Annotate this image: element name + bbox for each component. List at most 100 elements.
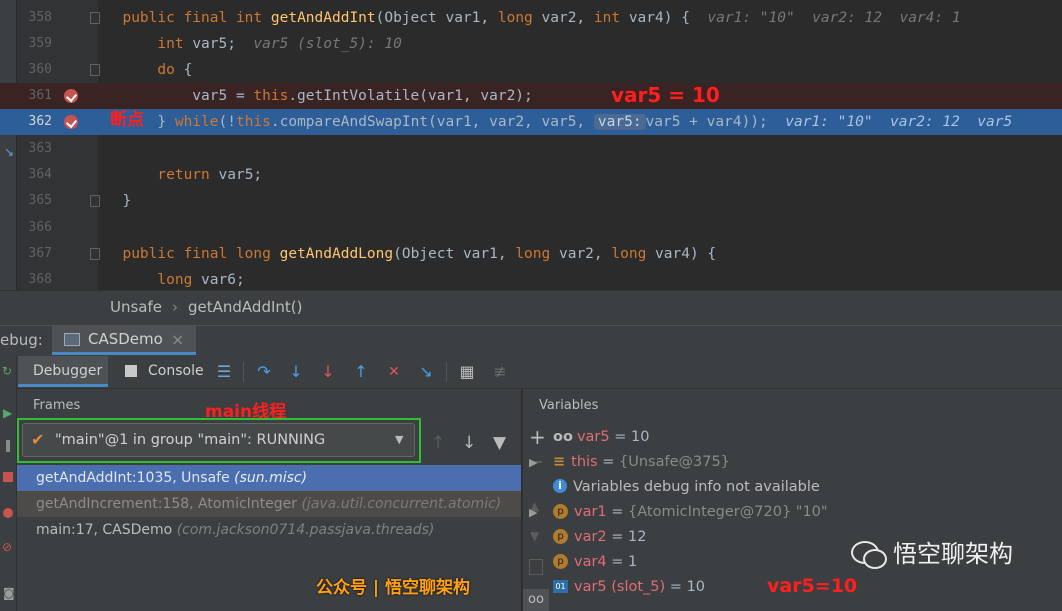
tab-debugger[interactable]: Debugger [18,356,108,387]
breadcrumb-method[interactable]: getAndAddInt() [188,291,302,324]
view-breakpoints-icon[interactable] [3,508,13,518]
annotation-var5: var5 = 10 [611,83,720,107]
frame-package: (java.util.concurrent.atomic) [301,496,502,512]
glasses-toggle-icon[interactable]: oo [523,589,549,611]
line-number[interactable]: 363 [16,136,52,162]
tab-casdemo[interactable]: CASDemo × [52,326,196,355]
tab-console[interactable]: Console [118,356,204,387]
line-number[interactable]: 362 [16,109,52,135]
debug-label: ebug: [0,331,43,349]
variable-row[interactable]: oo var5 = 10 [553,425,649,450]
frame-package: (com.jackson0714.passjava.threads) [176,522,435,538]
frames-panel: Frames main线程 ✔ "main"@1 in group "main"… [17,389,521,611]
copy-watch-icon[interactable] [529,559,543,575]
code-text: int var5; var5 (slot_5): 10 [157,36,402,52]
code-text: } while(!this.compareAndSwapInt(var1, va… [157,114,1013,130]
code-line[interactable]: 364 return var5; [0,162,1062,188]
step-out-icon[interactable]: ↑ [351,362,371,382]
variable-row: i Variables debug info not available [553,475,820,500]
code-line[interactable]: 358 public final int getAndAddInt(Object… [0,5,1062,31]
thread-select-highlight: ✔ "main"@1 in group "main": RUNNING ▼ [17,418,421,463]
thread-select[interactable]: ✔ "main"@1 in group "main": RUNNING ▼ [22,423,415,457]
watch-icon: oo [553,429,573,445]
close-icon[interactable]: × [171,326,184,353]
app-window-icon [64,333,80,346]
move-down-icon[interactable]: ▼ [530,529,539,543]
code-text: } [105,193,132,209]
code-line[interactable]: 359 int var5; var5 (slot_5): 10 [0,31,1062,57]
fold-icon[interactable] [90,195,100,207]
info-icon: i [553,479,567,493]
annotation-breakpoint: 断点 [104,109,154,131]
code-line[interactable]: 361 var5 = this.getIntVolatile(var1, var… [0,83,1062,109]
frame-row[interactable]: getAndAddInt:1035, Unsafe (sun.misc) [17,465,521,491]
debug-actions-strip: ↻ ▶ ❚ ⊘ ◙ [0,356,17,611]
variables-title: Variables [539,398,599,413]
drop-frame-icon[interactable]: ✕ [384,362,404,382]
run-to-cursor-icon[interactable]: ↘ [416,362,436,382]
variable-row[interactable]: ▶ ≡ this = {Unsafe@375} [529,450,730,475]
code-line[interactable]: 365 } [0,188,1062,214]
tab-casdemo-label: CASDemo [88,330,163,348]
fold-icon[interactable] [90,64,100,76]
code-line[interactable]: 367 public final long getAndAddLong(Obje… [0,241,1062,267]
pause-icon[interactable]: ❚ [3,438,13,452]
code-line[interactable]: 362 } while(!this.compareAndSwapInt(var1… [0,109,1062,135]
console-icon [125,365,137,377]
evaluate-expression-icon[interactable]: ▦ [457,362,477,382]
breakpoint-icon[interactable] [64,115,78,129]
restore-layout-icon[interactable]: ☰ [214,362,234,382]
step-over-icon[interactable]: ↷ [254,362,274,382]
param-icon: p [553,503,568,519]
frame-method: main:17, CASDemo [36,522,173,538]
resume-icon[interactable]: ▶ [3,406,12,420]
variable-row[interactable]: p var4 = 1 [553,550,637,575]
stop-icon[interactable] [3,472,13,482]
tab-debugger-label: Debugger [33,363,103,379]
line-number[interactable]: 368 [16,267,52,290]
frame-up-icon[interactable]: ↑ [431,433,445,453]
variable-row[interactable]: ▶ p var1 = {AtomicInteger@720} "10" [529,500,828,525]
code-line[interactable]: 363 [0,136,1062,162]
watermark-right: 悟空聊架构 [893,540,1013,568]
rerun-icon[interactable]: ↻ [2,364,12,378]
param-icon: p [553,528,568,544]
frame-row[interactable]: main:17, CASDemo (com.jackson0714.passja… [17,517,521,543]
line-number[interactable]: 359 [16,31,52,57]
expand-icon[interactable]: ▶ [529,450,537,475]
code-line[interactable]: 360 do { [0,57,1062,83]
line-number[interactable]: 364 [16,162,52,188]
line-number[interactable]: 367 [16,241,52,267]
code-line[interactable]: 366 [0,215,1062,241]
mute-breakpoints-icon[interactable]: ⊘ [2,540,12,554]
add-watch-icon[interactable]: + [529,427,546,447]
code-text: public final long getAndAddLong(Object v… [122,246,717,262]
force-step-into-icon[interactable]: ↓ [318,362,338,382]
variable-row[interactable]: p var2 = 12 [553,525,646,550]
field-icon: ≡ [553,454,566,470]
frame-down-icon[interactable]: ↓ [462,433,476,453]
line-number[interactable]: 366 [16,215,52,241]
expand-icon[interactable]: ▶ [529,500,537,525]
frame-package: (sun.misc) [234,470,308,486]
line-number[interactable]: 360 [16,57,52,83]
trace-icon[interactable]: ≢ [490,362,510,382]
code-editor[interactable]: ↘ 358 public final int getAndAddInt(Obje… [0,0,1062,290]
thread-select-value: "main"@1 in group "main": RUNNING [55,432,326,448]
filter-icon[interactable]: ▼ [493,433,506,453]
line-number[interactable]: 358 [16,5,52,31]
fold-icon[interactable] [90,248,100,260]
toolbar-divider-2 [446,362,447,382]
frame-row[interactable]: getAndIncrement:158, AtomicInteger (java… [17,491,521,517]
code-line[interactable]: 368 long var6; [0,267,1062,290]
line-number[interactable]: 361 [16,83,52,109]
breadcrumb-class[interactable]: Unsafe [110,291,162,324]
step-into-icon[interactable]: ↓ [286,362,306,382]
variable-row[interactable]: 01 var5 (slot_5) = 10 [553,575,705,600]
line-number[interactable]: 365 [16,188,52,214]
fold-icon[interactable] [90,12,100,24]
wechat-logo-icon [849,539,887,569]
breakpoint-icon[interactable] [64,89,78,103]
param-icon: p [553,553,568,569]
camera-icon[interactable]: ◙ [3,586,15,600]
